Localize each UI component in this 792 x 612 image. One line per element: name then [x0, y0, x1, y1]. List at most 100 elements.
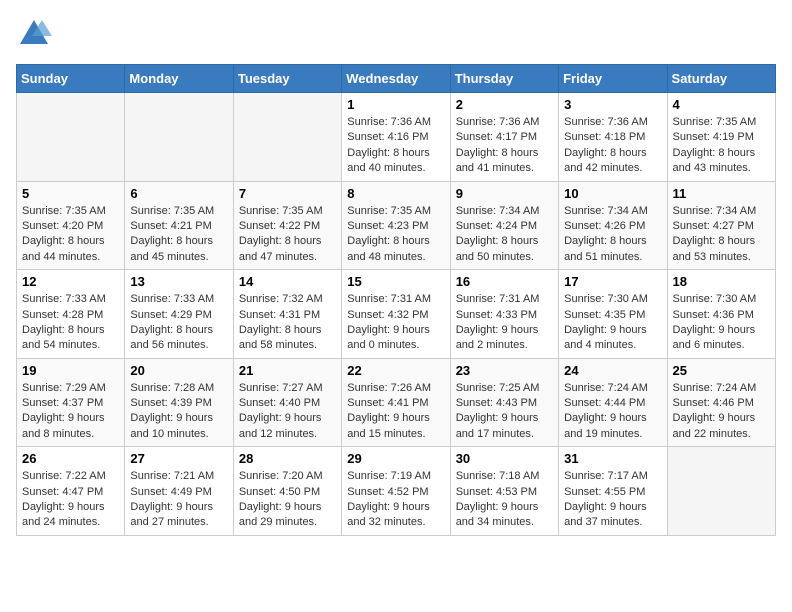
day-info: Sunrise: 7:30 AM Sunset: 4:35 PM Dayligh… — [564, 292, 661, 354]
day-number: 27 — [130, 451, 227, 466]
day-info: Sunrise: 7:35 AM Sunset: 4:21 PM Dayligh… — [130, 204, 227, 266]
day-info: Sunrise: 7:34 AM Sunset: 4:24 PM Dayligh… — [456, 204, 553, 266]
day-info: Sunrise: 7:34 AM Sunset: 4:27 PM Dayligh… — [673, 204, 770, 266]
day-info: Sunrise: 7:31 AM Sunset: 4:32 PM Dayligh… — [347, 292, 444, 354]
day-info: Sunrise: 7:20 AM Sunset: 4:50 PM Dayligh… — [239, 469, 336, 531]
calendar-week-4: 19 Sunrise: 7:29 AM Sunset: 4:37 PM Dayli… — [17, 358, 776, 447]
day-info: Sunrise: 7:19 AM Sunset: 4:52 PM Dayligh… — [347, 469, 444, 531]
calendar-cell: 13 Sunrise: 7:33 AM Sunset: 4:29 PM Dayli… — [125, 270, 233, 359]
calendar-cell: 26 Sunrise: 7:22 AM Sunset: 4:47 PM Dayli… — [17, 447, 125, 536]
day-info: Sunrise: 7:26 AM Sunset: 4:41 PM Dayligh… — [347, 381, 444, 443]
day-number: 14 — [239, 274, 336, 289]
weekday-header-friday: Friday — [559, 65, 667, 93]
calendar-cell: 27 Sunrise: 7:21 AM Sunset: 4:49 PM Dayli… — [125, 447, 233, 536]
day-number: 7 — [239, 186, 336, 201]
calendar-cell: 21Sunrise: 7:27 AM Sunset: 4:40 PM Dayli… — [233, 358, 341, 447]
calendar-week-1: 1 Sunrise: 7:36 AM Sunset: 4:16 PM Daylig… — [17, 93, 776, 182]
calendar-cell: 5 Sunrise: 7:35 AM Sunset: 4:20 PM Daylig… — [17, 181, 125, 270]
day-number: 4 — [673, 97, 770, 112]
calendar-cell: 9 Sunrise: 7:34 AM Sunset: 4:24 PM Daylig… — [450, 181, 558, 270]
day-info: Sunrise: 7:36 AM Sunset: 4:18 PM Dayligh… — [564, 115, 661, 177]
calendar-week-3: 12 Sunrise: 7:33 AM Sunset: 4:28 PM Dayli… — [17, 270, 776, 359]
calendar-cell: 30 Sunrise: 7:18 AM Sunset: 4:53 PM Dayli… — [450, 447, 558, 536]
calendar-cell: 19 Sunrise: 7:29 AM Sunset: 4:37 PM Dayli… — [17, 358, 125, 447]
calendar-cell: 25 Sunrise: 7:24 AM Sunset: 4:46 PM Dayli… — [667, 358, 775, 447]
day-info: Sunrise: 7:27 AM Sunset: 4:40 PM Dayligh… — [239, 381, 336, 443]
day-number: 1 — [347, 97, 444, 112]
weekday-header-saturday: Saturday — [667, 65, 775, 93]
day-number: 17 — [564, 274, 661, 289]
day-info: Sunrise: 7:22 AM Sunset: 4:47 PM Dayligh… — [22, 469, 119, 531]
day-number: 2 — [456, 97, 553, 112]
calendar-cell: 22Sunrise: 7:26 AM Sunset: 4:41 PM Dayli… — [342, 358, 450, 447]
day-number: 28 — [239, 451, 336, 466]
weekday-header-monday: Monday — [125, 65, 233, 93]
calendar-cell: 16Sunrise: 7:31 AM Sunset: 4:33 PM Dayli… — [450, 270, 558, 359]
calendar-header: SundayMondayTuesdayWednesdayThursdayFrid… — [17, 65, 776, 93]
day-info: Sunrise: 7:36 AM Sunset: 4:17 PM Dayligh… — [456, 115, 553, 177]
day-info: Sunrise: 7:21 AM Sunset: 4:49 PM Dayligh… — [130, 469, 227, 531]
day-number: 6 — [130, 186, 227, 201]
day-number: 5 — [22, 186, 119, 201]
calendar-cell: 18 Sunrise: 7:30 AM Sunset: 4:36 PM Dayli… — [667, 270, 775, 359]
calendar-cell: 7Sunrise: 7:35 AM Sunset: 4:22 PM Daylig… — [233, 181, 341, 270]
calendar-cell: 31Sunrise: 7:17 AM Sunset: 4:55 PM Dayli… — [559, 447, 667, 536]
day-number: 3 — [564, 97, 661, 112]
day-number: 26 — [22, 451, 119, 466]
day-number: 8 — [347, 186, 444, 201]
calendar-cell: 14 Sunrise: 7:32 AM Sunset: 4:31 PM Dayli… — [233, 270, 341, 359]
day-info: Sunrise: 7:33 AM Sunset: 4:29 PM Dayligh… — [130, 292, 227, 354]
day-info: Sunrise: 7:25 AM Sunset: 4:43 PM Dayligh… — [456, 381, 553, 443]
day-number: 9 — [456, 186, 553, 201]
day-info: Sunrise: 7:35 AM Sunset: 4:23 PM Dayligh… — [347, 204, 444, 266]
calendar-cell: 12 Sunrise: 7:33 AM Sunset: 4:28 PM Dayli… — [17, 270, 125, 359]
day-number: 23 — [456, 363, 553, 378]
day-number: 20 — [130, 363, 227, 378]
day-info: Sunrise: 7:17 AM Sunset: 4:55 PM Dayligh… — [564, 469, 661, 531]
day-info: Sunrise: 7:18 AM Sunset: 4:53 PM Dayligh… — [456, 469, 553, 531]
calendar-cell: 2 Sunrise: 7:36 AM Sunset: 4:17 PM Daylig… — [450, 93, 558, 182]
weekday-header-sunday: Sunday — [17, 65, 125, 93]
calendar-table: SundayMondayTuesdayWednesdayThursdayFrid… — [16, 64, 776, 536]
day-info: Sunrise: 7:35 AM Sunset: 4:20 PM Dayligh… — [22, 204, 119, 266]
calendar-cell — [667, 447, 775, 536]
day-number: 10 — [564, 186, 661, 201]
day-number: 16 — [456, 274, 553, 289]
weekday-header-tuesday: Tuesday — [233, 65, 341, 93]
calendar-week-2: 5 Sunrise: 7:35 AM Sunset: 4:20 PM Daylig… — [17, 181, 776, 270]
day-info: Sunrise: 7:28 AM Sunset: 4:39 PM Dayligh… — [130, 381, 227, 443]
day-number: 29 — [347, 451, 444, 466]
calendar-week-5: 26 Sunrise: 7:22 AM Sunset: 4:47 PM Dayli… — [17, 447, 776, 536]
calendar-cell: 6 Sunrise: 7:35 AM Sunset: 4:21 PM Daylig… — [125, 181, 233, 270]
day-info: Sunrise: 7:24 AM Sunset: 4:46 PM Dayligh… — [673, 381, 770, 443]
day-number: 25 — [673, 363, 770, 378]
day-info: Sunrise: 7:30 AM Sunset: 4:36 PM Dayligh… — [673, 292, 770, 354]
day-info: Sunrise: 7:36 AM Sunset: 4:16 PM Dayligh… — [347, 115, 444, 177]
day-number: 12 — [22, 274, 119, 289]
day-number: 15 — [347, 274, 444, 289]
calendar-cell: 17 Sunrise: 7:30 AM Sunset: 4:35 PM Dayli… — [559, 270, 667, 359]
day-info: Sunrise: 7:29 AM Sunset: 4:37 PM Dayligh… — [22, 381, 119, 443]
calendar-cell — [233, 93, 341, 182]
logo-icon — [16, 16, 52, 52]
day-number: 30 — [456, 451, 553, 466]
calendar-cell: 10Sunrise: 7:34 AM Sunset: 4:26 PM Dayli… — [559, 181, 667, 270]
day-info: Sunrise: 7:33 AM Sunset: 4:28 PM Dayligh… — [22, 292, 119, 354]
weekday-header-wednesday: Wednesday — [342, 65, 450, 93]
calendar-cell: 1 Sunrise: 7:36 AM Sunset: 4:16 PM Daylig… — [342, 93, 450, 182]
day-number: 18 — [673, 274, 770, 289]
calendar-cell: 8 Sunrise: 7:35 AM Sunset: 4:23 PM Daylig… — [342, 181, 450, 270]
day-number: 13 — [130, 274, 227, 289]
calendar-cell: 23 Sunrise: 7:25 AM Sunset: 4:43 PM Dayli… — [450, 358, 558, 447]
calendar-cell: 20 Sunrise: 7:28 AM Sunset: 4:39 PM Dayli… — [125, 358, 233, 447]
page-header — [16, 16, 776, 52]
logo — [16, 16, 56, 52]
day-number: 19 — [22, 363, 119, 378]
day-number: 11 — [673, 186, 770, 201]
weekday-header-thursday: Thursday — [450, 65, 558, 93]
calendar-cell: 24Sunrise: 7:24 AM Sunset: 4:44 PM Dayli… — [559, 358, 667, 447]
calendar-cell: 3 Sunrise: 7:36 AM Sunset: 4:18 PM Daylig… — [559, 93, 667, 182]
calendar-cell: 15 Sunrise: 7:31 AM Sunset: 4:32 PM Dayli… — [342, 270, 450, 359]
day-info: Sunrise: 7:32 AM Sunset: 4:31 PM Dayligh… — [239, 292, 336, 354]
calendar-cell: 29 Sunrise: 7:19 AM Sunset: 4:52 PM Dayli… — [342, 447, 450, 536]
